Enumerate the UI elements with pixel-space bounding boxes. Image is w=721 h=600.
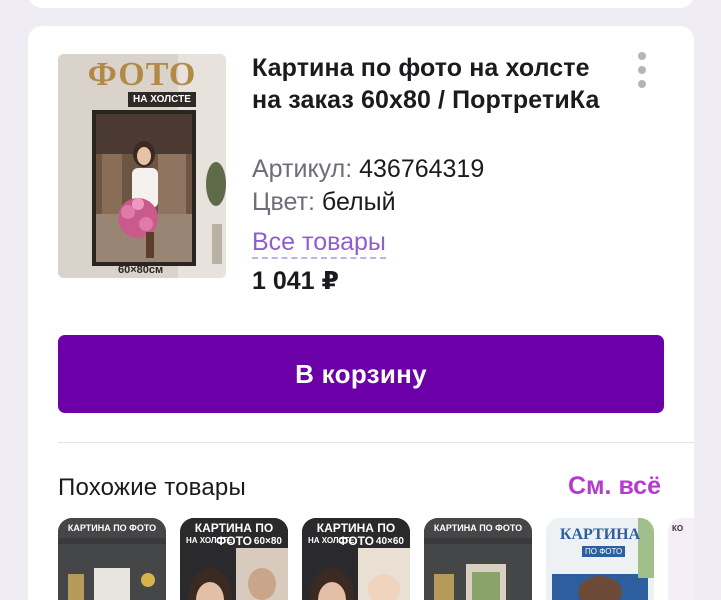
similar-product-sub: НА ХОЛСТЕ — [308, 536, 355, 545]
similar-product-card[interactable]: КАРТИНА ПО ФОТО — [58, 518, 166, 600]
similar-products-strip: КАРТИНА ПО ФОТО КАРТИНА ПО ФОТО НА ХОЛСТ… — [58, 518, 694, 600]
similar-product-sub: ПО ФОТО — [582, 546, 626, 557]
image-sub-text: НА ХОЛСТЕ — [128, 92, 196, 107]
product-title[interactable]: Картина по фото на холсте на заказ 60х80… — [252, 52, 622, 116]
color-label: Цвет: — [252, 188, 315, 216]
product-article: Артикул: 436764319 — [252, 154, 484, 184]
product-price: 1 041 ₽ — [252, 267, 339, 295]
similar-product-card[interactable]: КАРТИНА ПО ФОТО — [546, 518, 654, 600]
all-goods-link[interactable]: Все товары — [252, 227, 386, 259]
similar-product-card[interactable]: КАРТИНА ПО ФОТО НА ХОЛСТЕ 60×80 — [180, 518, 288, 600]
similar-product-card[interactable]: КАРТИНА ПО ФОТО — [424, 518, 532, 600]
similar-product-card[interactable]: КО — [668, 518, 694, 600]
similar-products-title: Похожие товары — [58, 474, 246, 501]
product-image[interactable]: ФОТО НА ХОЛСТЕ 60×80см — [58, 54, 226, 278]
product-color: Цвет: белый — [252, 187, 396, 217]
product-card: ФОТО НА ХОЛСТЕ 60×80см Картина по фото н… — [28, 26, 694, 600]
article-label: Артикул: — [252, 155, 353, 183]
similar-product-label: КО — [672, 524, 684, 533]
similar-product-size: 40×60 — [375, 536, 404, 547]
article-value: 436764319 — [359, 155, 485, 183]
more-vertical-icon[interactable] — [632, 52, 652, 92]
similar-product-size: 60×80 — [253, 536, 282, 547]
image-logo-text: ФОТО — [87, 56, 197, 93]
image-size-text: 60×80см — [118, 264, 164, 276]
similar-product-label: КАРТИНА ПО ФОТО — [433, 523, 523, 533]
add-to-cart-button[interactable]: В корзину — [58, 335, 664, 413]
see-all-link[interactable]: См. всё — [568, 472, 661, 501]
color-value: белый — [321, 188, 396, 216]
previous-card — [28, 0, 694, 8]
similar-product-label: КАРТИНА ПО ФОТО — [67, 523, 157, 533]
similar-product-sub: НА ХОЛСТЕ — [186, 536, 233, 545]
similar-product-label: КАРТИНА — [559, 526, 641, 543]
divider — [58, 442, 694, 443]
similar-product-card[interactable]: КАРТИНА ПО ФОТО НА ХОЛСТЕ 40×60 — [302, 518, 410, 600]
